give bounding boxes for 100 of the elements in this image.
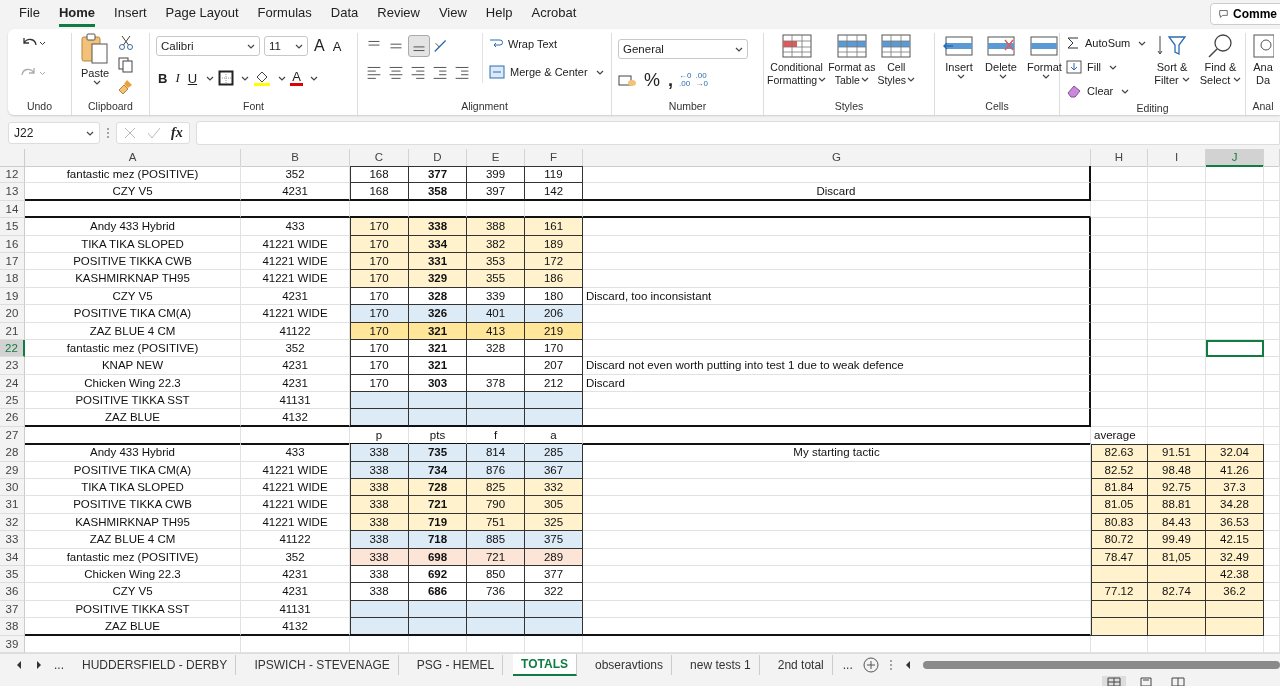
column-header[interactable]: H bbox=[1091, 149, 1148, 167]
row-header[interactable]: 30 bbox=[0, 479, 25, 497]
comma-style-button[interactable]: , bbox=[666, 69, 676, 91]
cells-button[interactable]: Delete bbox=[983, 33, 1019, 79]
column-header[interactable]: G bbox=[583, 149, 1091, 167]
row-header[interactable]: 13 bbox=[0, 183, 25, 202]
font-color-button[interactable]: A bbox=[290, 70, 303, 86]
font-size-dropdown[interactable]: 11 bbox=[264, 36, 308, 56]
column-header[interactable]: J bbox=[1206, 149, 1264, 167]
sheet-tab[interactable]: TOTALS bbox=[513, 653, 577, 676]
increase-decimal-button[interactable]: ←0 .00 bbox=[679, 72, 692, 88]
row-header[interactable]: 15 bbox=[0, 218, 25, 236]
column-header[interactable]: E bbox=[467, 149, 525, 167]
menu-tab[interactable]: Insert bbox=[114, 1, 147, 27]
grow-font-button[interactable]: A bbox=[312, 37, 327, 55]
menu-tab[interactable]: View bbox=[438, 1, 467, 27]
sheet-tab[interactable]: HUDDERSFIELD - DERBY bbox=[74, 654, 237, 675]
sheet-tab[interactable]: obseravtions bbox=[587, 654, 673, 675]
table-cell: Discard bbox=[583, 183, 1091, 202]
cells-button[interactable]: Format bbox=[1025, 33, 1064, 79]
cells-button[interactable]: Insert bbox=[941, 33, 977, 79]
row-header[interactable]: 26 bbox=[0, 409, 25, 428]
more-sheets-button[interactable]: ... bbox=[54, 657, 64, 672]
more-sheets-button[interactable]: ... bbox=[842, 657, 853, 672]
percent-button[interactable]: % bbox=[642, 69, 662, 91]
styles-button[interactable]: Conditional Formatting bbox=[767, 33, 827, 87]
vertical-align-icon[interactable] bbox=[408, 35, 430, 57]
row-header[interactable]: 31 bbox=[0, 496, 25, 514]
check-icon[interactable] bbox=[147, 126, 161, 140]
fill-color-icon[interactable] bbox=[253, 69, 272, 87]
shrink-font-button[interactable]: A bbox=[330, 38, 344, 54]
borders-icon[interactable] bbox=[218, 70, 235, 86]
font-family-dropdown[interactable]: Calibri bbox=[156, 36, 260, 56]
merge-center-button[interactable]: Merge & Center bbox=[489, 61, 604, 83]
table-cell: 377 bbox=[409, 166, 467, 184]
bold-button[interactable]: B bbox=[156, 70, 170, 86]
column-header[interactable]: C bbox=[350, 149, 409, 167]
row-header[interactable]: 33 bbox=[0, 531, 25, 549]
sheet-tab[interactable]: new tests 1 bbox=[682, 654, 760, 675]
table-cell bbox=[1264, 200, 1280, 219]
menu-tab[interactable]: Acrobat bbox=[531, 1, 577, 27]
paste-button[interactable]: Paste bbox=[78, 33, 112, 85]
menu-tab[interactable]: File bbox=[19, 1, 40, 27]
row-header[interactable]: 25 bbox=[0, 392, 25, 410]
menu-tab[interactable]: Data bbox=[330, 1, 359, 27]
table-cell bbox=[1091, 270, 1148, 288]
table-cell: ZAZ BLUE 4 CM bbox=[25, 531, 241, 549]
comments-button[interactable]: Comme bbox=[1210, 3, 1280, 25]
styles-button[interactable]: Cell Styles bbox=[877, 33, 916, 87]
more-options-icon[interactable] bbox=[888, 658, 893, 671]
find-select-button[interactable]: Find & Select bbox=[1197, 33, 1244, 87]
sheet-tab[interactable]: IPSWICH - STEVENAGE bbox=[246, 654, 399, 675]
more-options-icon[interactable] bbox=[106, 127, 110, 139]
caret-icon bbox=[907, 77, 916, 82]
currency-icon[interactable] bbox=[618, 72, 638, 88]
scroll-right-icon[interactable] bbox=[34, 659, 44, 670]
clear-button[interactable]: Clear bbox=[1066, 81, 1147, 101]
insert-function-button[interactable]: fx bbox=[171, 125, 183, 141]
row-header[interactable]: 20 bbox=[0, 305, 25, 323]
italic-button[interactable]: I bbox=[173, 70, 182, 86]
table-cell bbox=[1264, 374, 1280, 393]
normal-view-icon[interactable] bbox=[1102, 676, 1126, 686]
row-header[interactable]: 28 bbox=[0, 444, 25, 462]
table-cell bbox=[1206, 218, 1264, 236]
copy-icon[interactable] bbox=[118, 57, 134, 73]
analyze-button[interactable]: Ana Da bbox=[1250, 33, 1276, 87]
menu-tab[interactable]: Review bbox=[377, 1, 420, 27]
name-box[interactable]: J22 bbox=[8, 122, 100, 144]
styles-button[interactable]: Format as Table bbox=[828, 33, 876, 87]
table-cell bbox=[1264, 548, 1280, 566]
sort-filter-button[interactable]: Sort & Filter bbox=[1152, 33, 1192, 87]
sheet-tab[interactable]: 2nd total bbox=[769, 654, 833, 675]
menu-tab[interactable]: Formulas bbox=[257, 1, 312, 27]
row-header[interactable]: 18 bbox=[0, 270, 25, 288]
autosum-button[interactable]: AutoSum bbox=[1066, 33, 1147, 53]
row-header[interactable]: 38 bbox=[0, 618, 25, 637]
scissors-icon[interactable] bbox=[118, 35, 134, 51]
brush-icon[interactable] bbox=[118, 79, 134, 95]
table-cell bbox=[1091, 166, 1148, 184]
menu-tab[interactable]: Help bbox=[485, 1, 513, 27]
row-header[interactable]: 36 bbox=[0, 583, 25, 601]
sheet-tab[interactable]: PSG - HEMEL bbox=[408, 654, 504, 675]
menu-tab[interactable]: Page Layout bbox=[165, 1, 239, 27]
number-format-dropdown[interactable]: General bbox=[618, 39, 748, 59]
horizontal-scrollbar[interactable] bbox=[922, 660, 1280, 669]
column-header[interactable]: A bbox=[25, 149, 241, 167]
fill-button[interactable]: Fill bbox=[1066, 57, 1147, 77]
table-cell: 825 bbox=[467, 479, 525, 497]
decrease-decimal-button[interactable]: .00 →0 bbox=[695, 72, 708, 88]
column-header[interactable]: B bbox=[241, 149, 350, 167]
add-sheet-icon[interactable] bbox=[862, 656, 879, 673]
table-cell bbox=[1148, 166, 1206, 184]
formula-input[interactable] bbox=[195, 121, 1280, 145]
column-header[interactable]: D bbox=[409, 149, 467, 167]
underline-button[interactable]: U bbox=[185, 70, 200, 86]
table-cell bbox=[1148, 392, 1206, 410]
table-cell: My starting tactic bbox=[583, 444, 1091, 462]
column-header[interactable]: F bbox=[525, 149, 583, 167]
row-header[interactable]: 23 bbox=[0, 357, 25, 375]
wrap-text-button[interactable]: Wrap Text bbox=[489, 33, 604, 55]
